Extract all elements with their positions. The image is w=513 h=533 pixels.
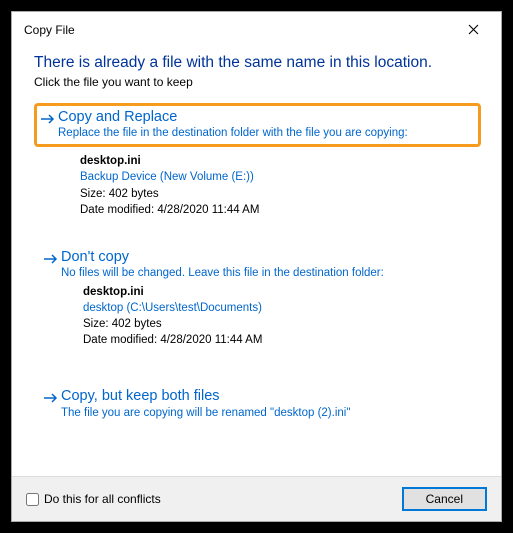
- option-title: Copy and Replace: [58, 109, 408, 126]
- option-header: Copy, but keep both files The file you a…: [43, 388, 470, 420]
- option-header: Copy and Replace Replace the file in the…: [40, 109, 473, 141]
- arrow-right-icon: [40, 112, 56, 129]
- close-icon: [468, 22, 479, 38]
- file-name: desktop.ini: [80, 153, 481, 169]
- dialog-title: Copy File: [24, 23, 75, 37]
- dialog-footer: Do this for all conflicts Cancel: [12, 476, 501, 521]
- sub-heading: Click the file you want to keep: [34, 75, 481, 89]
- file-location: desktop (C:\Users\test\Documents): [83, 300, 470, 316]
- option-copy-replace[interactable]: Copy and Replace Replace the file in the…: [34, 103, 481, 147]
- arrow-right-icon: [43, 391, 59, 408]
- cancel-button[interactable]: Cancel: [402, 487, 487, 511]
- dialog-content: There is already a file with the same na…: [12, 46, 501, 476]
- all-conflicts-checkbox[interactable]: [26, 493, 39, 506]
- option-desc: Replace the file in the destination fold…: [58, 126, 408, 141]
- option-dont-copy[interactable]: Don't copy No files will be changed. Lea…: [34, 240, 481, 358]
- file-details-dont-copy: desktop.ini desktop (C:\Users\test\Docum…: [83, 284, 470, 348]
- file-size: Size: 402 bytes: [80, 186, 481, 202]
- checkbox-text: Do this for all conflicts: [44, 492, 161, 506]
- file-modified: Date modified: 4/28/2020 11:44 AM: [83, 332, 470, 348]
- option-header: Don't copy No files will be changed. Lea…: [43, 249, 470, 281]
- option-desc: The file you are copying will be renamed…: [61, 406, 350, 421]
- file-size: Size: 402 bytes: [83, 316, 470, 332]
- file-modified: Date modified: 4/28/2020 11:44 AM: [80, 202, 481, 218]
- option-desc: No files will be changed. Leave this fil…: [61, 266, 384, 281]
- file-location: Backup Device (New Volume (E:)): [80, 169, 481, 185]
- copy-file-dialog: Copy File There is already a file with t…: [11, 11, 502, 522]
- main-heading: There is already a file with the same na…: [34, 54, 481, 72]
- titlebar: Copy File: [12, 12, 501, 46]
- file-details-copy-replace: desktop.ini Backup Device (New Volume (E…: [80, 153, 481, 217]
- option-keep-both[interactable]: Copy, but keep both files The file you a…: [34, 379, 481, 429]
- file-name: desktop.ini: [83, 284, 470, 300]
- all-conflicts-checkbox-label[interactable]: Do this for all conflicts: [26, 492, 161, 506]
- close-button[interactable]: [453, 18, 493, 42]
- arrow-right-icon: [43, 252, 59, 269]
- option-title: Don't copy: [61, 249, 384, 266]
- option-title: Copy, but keep both files: [61, 388, 350, 405]
